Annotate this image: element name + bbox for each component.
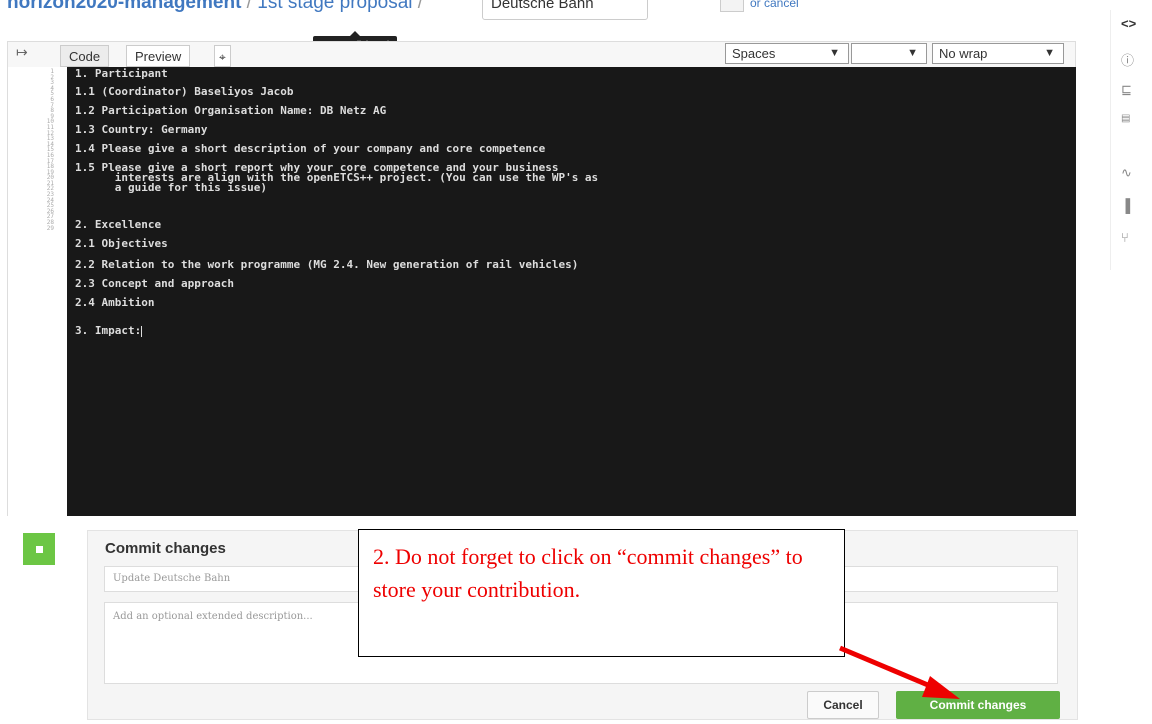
arrow-head xyxy=(922,676,960,699)
annotation-arrow xyxy=(839,645,960,699)
arrow-shaft xyxy=(839,645,936,691)
